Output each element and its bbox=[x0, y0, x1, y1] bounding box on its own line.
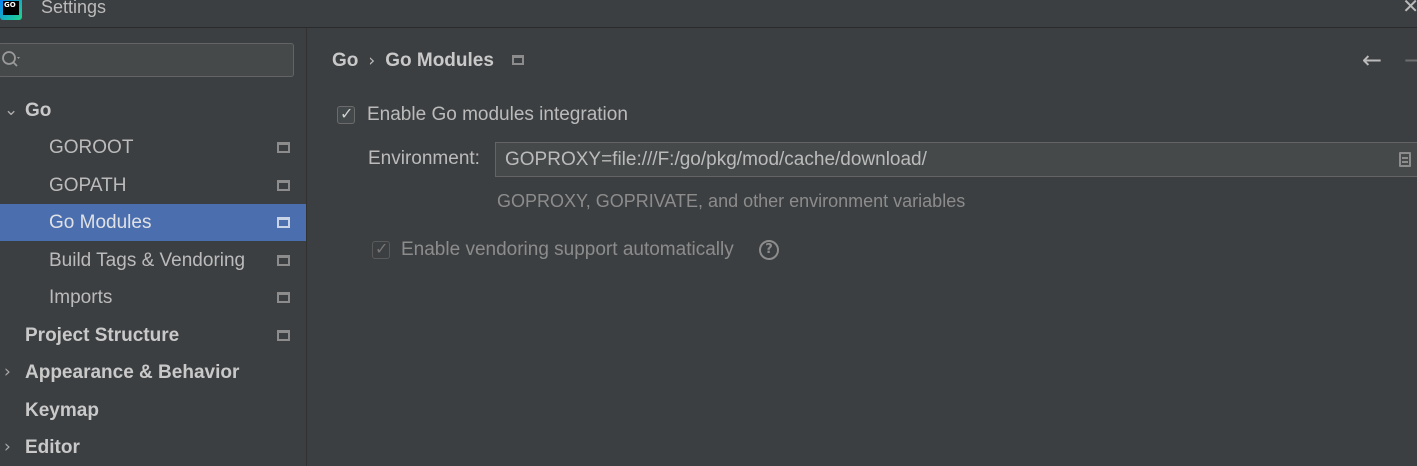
search-icon bbox=[2, 51, 20, 67]
chevron-down-icon[interactable]: ⌄ bbox=[4, 100, 18, 120]
window-title: Settings bbox=[41, 0, 107, 17]
project-level-icon bbox=[277, 180, 290, 191]
sidebar-item-label: GOROOT bbox=[49, 137, 134, 158]
settings-content: Go › Go Modules ← → ✓ Enable Go modules in… bbox=[307, 28, 1417, 466]
sidebar-item-label: Go Modules bbox=[49, 212, 152, 233]
sidebar-item-project-structure[interactable]: Project Structure bbox=[0, 317, 306, 354]
checkmark-icon: ✓ bbox=[375, 239, 389, 258]
sidebar-item-keymap[interactable]: Keymap bbox=[0, 392, 306, 429]
chevron-right-icon[interactable]: › bbox=[4, 437, 11, 457]
sidebar-item-appearance[interactable]: › Appearance & Behavior bbox=[0, 354, 306, 391]
project-level-icon bbox=[277, 217, 290, 228]
sidebar-item-label: Appearance & Behavior bbox=[25, 362, 240, 383]
project-level-icon bbox=[277, 255, 290, 266]
checkmark-icon: ✓ bbox=[340, 104, 354, 123]
back-arrow-icon[interactable]: ← bbox=[1362, 46, 1382, 74]
forward-arrow-icon[interactable]: → bbox=[1404, 46, 1417, 74]
breadcrumb-item-go-modules: Go Modules bbox=[385, 50, 494, 71]
project-level-icon bbox=[277, 330, 290, 341]
sidebar-item-label: Go bbox=[25, 100, 52, 121]
environment-label: Environment: bbox=[368, 148, 480, 169]
sidebar-item-goroot[interactable]: GOROOT bbox=[0, 129, 306, 166]
enable-vendoring-checkbox[interactable]: ✓ bbox=[372, 239, 390, 259]
window-title-bar: GO Settings ✕ bbox=[0, 0, 1417, 28]
sidebar-item-label: Build Tags & Vendoring bbox=[49, 250, 246, 271]
sidebar-item-label: Keymap bbox=[25, 400, 99, 421]
breadcrumb: Go › Go Modules bbox=[332, 50, 524, 72]
environment-hint: GOPROXY, GOPRIVATE, and other environmen… bbox=[497, 191, 966, 211]
sidebar-item-label: Imports bbox=[49, 287, 113, 308]
help-icon[interactable]: ? bbox=[759, 240, 779, 260]
project-level-icon bbox=[277, 292, 290, 303]
sidebar-item-gopath[interactable]: GOPATH bbox=[0, 167, 306, 204]
sidebar-item-label: Editor bbox=[25, 437, 80, 458]
sidebar-item-editor[interactable]: › Editor bbox=[0, 429, 306, 466]
sidebar-item-go-modules[interactable]: Go Modules bbox=[0, 204, 306, 241]
sidebar-item-label: GOPATH bbox=[49, 175, 127, 196]
enable-go-modules-checkbox[interactable]: ✓ bbox=[337, 104, 355, 124]
sidebar-item-build-tags[interactable]: Build Tags & Vendoring bbox=[0, 242, 306, 279]
search-field[interactable] bbox=[0, 43, 294, 77]
settings-sidebar: ⌄ Go GOROOT GOPATH Go Modules Build Tags… bbox=[0, 28, 307, 466]
environment-field[interactable]: GOPROXY=file:///F:/go/pkg/mod/cache/down… bbox=[495, 142, 1417, 177]
chevron-right-icon[interactable]: › bbox=[4, 362, 11, 382]
project-level-icon bbox=[277, 142, 290, 153]
sidebar-item-imports[interactable]: Imports bbox=[0, 279, 306, 316]
goland-logo-icon: GO bbox=[0, 0, 22, 20]
environment-value[interactable]: GOPROXY=file:///F:/go/pkg/mod/cache/down… bbox=[505, 149, 927, 171]
sidebar-item-go[interactable]: ⌄ Go bbox=[0, 92, 306, 129]
browse-document-icon[interactable] bbox=[1399, 152, 1411, 167]
sidebar-item-label: Project Structure bbox=[25, 325, 180, 346]
breadcrumb-separator: › bbox=[368, 51, 376, 71]
project-level-icon bbox=[511, 55, 524, 65]
close-icon[interactable]: ✕ bbox=[1402, 0, 1417, 18]
logo-text: GO bbox=[3, 1, 19, 15]
breadcrumb-item-go[interactable]: Go bbox=[332, 50, 358, 71]
enable-go-modules-label[interactable]: Enable Go modules integration bbox=[367, 104, 628, 126]
enable-vendoring-label[interactable]: Enable vendoring support automatically bbox=[401, 239, 734, 261]
